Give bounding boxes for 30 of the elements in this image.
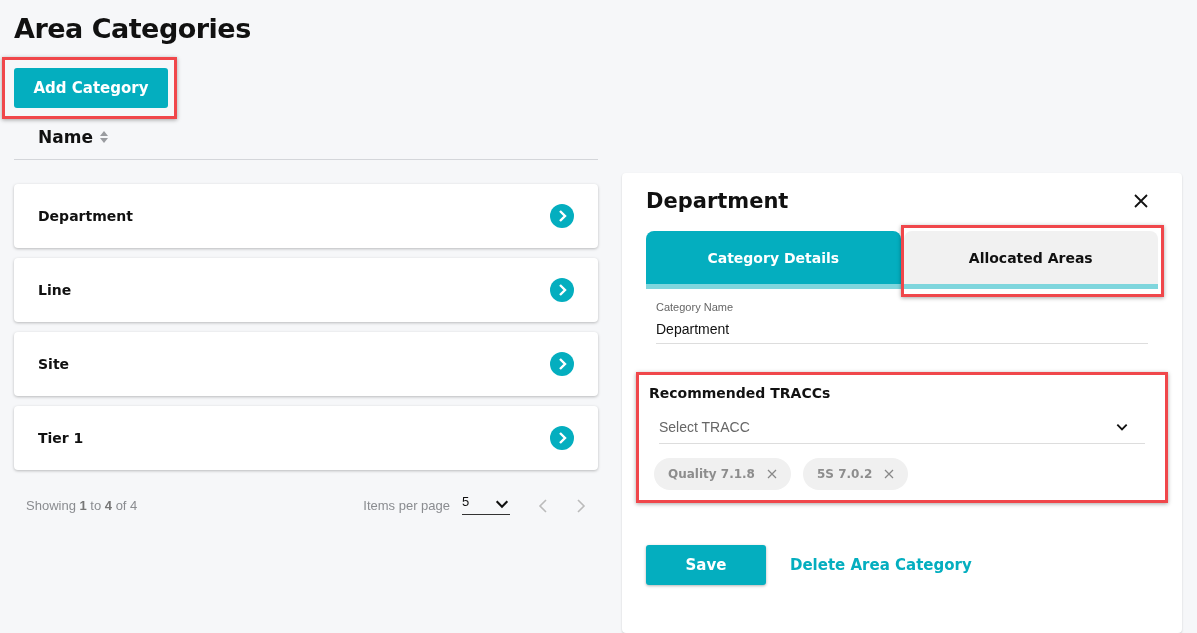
remove-icon[interactable] [767,469,777,479]
chip-label: Quality 7.1.8 [668,467,755,481]
chevron-right-icon[interactable] [550,352,574,376]
next-page-icon[interactable] [576,497,586,514]
column-header[interactable]: Name [38,127,93,147]
category-name: Line [38,282,72,298]
tracc-select[interactable]: Select TRACC [659,419,1145,444]
chip-label: 5S 7.0.2 [817,467,873,481]
sort-icon[interactable] [98,130,109,144]
chevron-right-icon[interactable] [550,426,574,450]
category-row[interactable]: Site [14,332,598,396]
chevron-right-icon[interactable] [550,204,574,228]
items-per-page-select[interactable]: 5 [462,496,510,515]
category-row[interactable]: Line [14,258,598,322]
category-row[interactable]: Department [14,184,598,248]
category-name: Tier 1 [38,430,84,446]
close-icon[interactable] [1134,194,1148,208]
items-per-page-label: Items per page [363,498,450,513]
tab[interactable]: Allocated Areas [903,231,1158,289]
remove-icon[interactable] [884,469,895,479]
chevron-right-icon[interactable] [550,278,574,302]
category-row[interactable]: Tier 1 [14,406,598,470]
section-heading: Recommended TRACCs [649,385,832,401]
category-name: Site [38,356,70,372]
category-name: Department [38,208,133,224]
pagination-summary: Showing 1 to 4 of 4 [26,498,138,513]
panel-title: Department [646,189,789,213]
field-label: Category Name [656,301,735,313]
previous-page-icon[interactable] [538,497,548,514]
page-title: Area Categories [14,13,251,44]
